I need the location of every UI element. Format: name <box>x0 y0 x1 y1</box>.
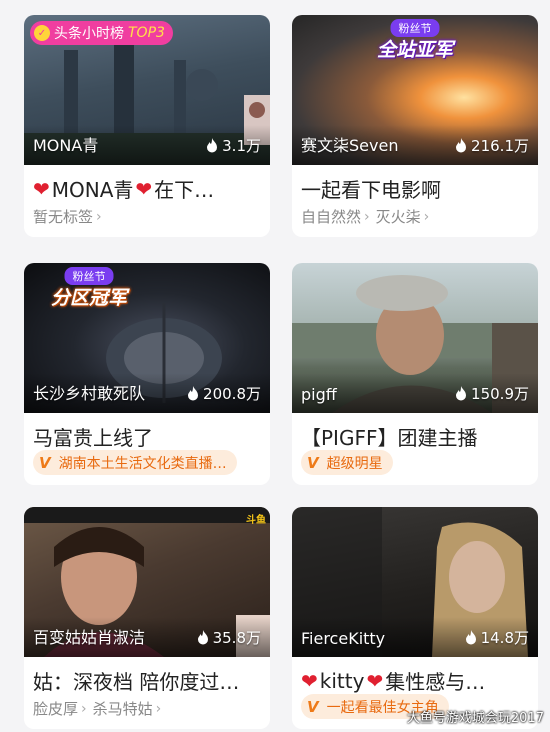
popularity: 200.8万 <box>187 383 261 404</box>
category-badge[interactable]: V 超级明星 <box>301 450 393 475</box>
source-watermark: 大鱼号游戏城会玩2017 <box>406 711 544 726</box>
flame-icon <box>465 630 476 645</box>
hourly-rank-badge: ✓ 头条小时榜 TOP3 <box>30 21 173 45</box>
popularity-value: 200.8万 <box>203 385 261 403</box>
streamer-name: 百变姑姑肖淑洁 <box>33 628 146 647</box>
room-title[interactable]: ❤ kitty ❤ 集性感与… <box>301 666 531 695</box>
fan-festival-badge: 粉丝节 全站亚军 <box>350 15 480 70</box>
room-tags: 自自然然 › 灭火柒 › <box>301 206 435 227</box>
room-tags: 暂无标签 › <box>33 206 108 227</box>
room-thumbnail[interactable]: 粉丝节 分区冠军 长沙乡村敢死队 200.8万 <box>24 263 270 413</box>
room-title[interactable]: 姑：深夜档 陪你度过… <box>33 666 263 695</box>
popularity: 3.1万 <box>206 135 261 156</box>
tag[interactable]: 灭火柒 <box>376 206 421 227</box>
popularity: 150.9万 <box>455 383 529 404</box>
popularity-value: 150.9万 <box>471 385 529 403</box>
streamer-name: 赛文柒Seven <box>301 136 399 155</box>
chevron-right-icon: › <box>364 208 370 225</box>
flame-icon <box>456 386 467 401</box>
tag[interactable]: 杀马特姑 <box>93 698 153 719</box>
v-badge-icon: V <box>39 453 51 472</box>
fan-festival-badge: 粉丝节 分区冠军 <box>24 263 154 318</box>
heart-icon: ❤ <box>135 176 153 201</box>
tag[interactable]: 自自然然 <box>301 206 361 227</box>
room-title[interactable]: ❤ MONA青 ❤ 在下… <box>33 174 263 203</box>
heart-icon: ❤ <box>33 176 50 201</box>
chevron-right-icon: › <box>96 208 102 225</box>
live-room-grid: ✓ 头条小时榜 TOP3 MONA青 3.1万 ❤ MONA青 ❤ 在下… 暂无… <box>0 0 550 732</box>
popularity: 216.1万 <box>455 135 529 156</box>
category-badge[interactable]: V 湖南本土生活文化类直播… <box>33 450 237 475</box>
room-card-mona[interactable]: ✓ 头条小时榜 TOP3 MONA青 3.1万 ❤ MONA青 ❤ 在下… 暂无… <box>24 15 270 237</box>
chevron-right-icon: › <box>423 208 430 225</box>
tag[interactable]: 脸皮厚 <box>33 698 78 719</box>
streamer-name: MONA青 <box>33 136 99 155</box>
rank-label: 头条小时榜 <box>54 26 124 42</box>
room-title[interactable]: 一起看下电影啊 <box>301 174 531 203</box>
chevron-right-icon: › <box>81 700 87 717</box>
rank-top: TOP3 <box>128 25 165 41</box>
room-card-seven[interactable]: 粉丝节 全站亚军 赛文柒Seven 216.1万 一起看下电影啊 自自然然 › … <box>292 15 538 237</box>
heart-icon: ❤ <box>301 668 318 693</box>
popularity-value: 14.8万 <box>480 629 529 647</box>
heart-icon: ❤ <box>366 668 384 693</box>
flame-icon <box>456 138 467 153</box>
room-thumbnail[interactable]: 粉丝节 全站亚军 赛文柒Seven 216.1万 <box>292 15 538 165</box>
streamer-name: pigff <box>301 385 337 404</box>
v-badge-icon: V <box>307 697 319 716</box>
popularity-value: 35.8万 <box>212 629 261 647</box>
streamer-name: 长沙乡村敢死队 <box>33 384 146 403</box>
room-card-guguxiao[interactable]: 斗鱼 百变姑姑肖淑洁 35.8万 姑：深夜档 陪你度过… 脸皮厚 › 杀马特姑 … <box>24 507 270 729</box>
room-card-fiercekitty[interactable]: FierceKitty 14.8万 ❤ kitty ❤ 集性感与… V 一起看最… <box>292 507 538 729</box>
room-thumbnail[interactable]: 斗鱼 百变姑姑肖淑洁 35.8万 <box>24 507 270 657</box>
room-title[interactable]: 【PIGFF】团建主播 <box>301 422 531 451</box>
popularity-value: 3.1万 <box>222 137 261 155</box>
flame-icon <box>188 386 199 401</box>
room-thumbnail[interactable]: ✓ 头条小时榜 TOP3 MONA青 3.1万 <box>24 15 270 165</box>
popularity: 35.8万 <box>197 627 261 648</box>
room-thumbnail[interactable]: pigff 150.9万 <box>292 263 538 413</box>
rank-icon: ✓ <box>34 25 50 41</box>
flame-icon <box>197 630 208 645</box>
flame-icon <box>207 138 218 153</box>
tag[interactable]: 暂无标签 <box>33 206 93 227</box>
room-card-changsha[interactable]: 粉丝节 分区冠军 长沙乡村敢死队 200.8万 马富贵上线了 V 湖南本土生活文… <box>24 263 270 485</box>
room-title[interactable]: 马富贵上线了 <box>33 422 263 451</box>
v-badge-icon: V <box>307 453 319 472</box>
popularity: 14.8万 <box>465 627 529 648</box>
chevron-right-icon: › <box>155 700 162 717</box>
platform-logo: 斗鱼 <box>246 515 266 526</box>
streamer-name: FierceKitty <box>301 629 386 648</box>
room-card-pigff[interactable]: pigff 150.9万 【PIGFF】团建主播 V 超级明星 <box>292 263 538 485</box>
room-thumbnail[interactable]: FierceKitty 14.8万 <box>292 507 538 657</box>
popularity-value: 216.1万 <box>471 137 529 155</box>
room-tags: 脸皮厚 › 杀马特姑 › <box>33 698 167 719</box>
